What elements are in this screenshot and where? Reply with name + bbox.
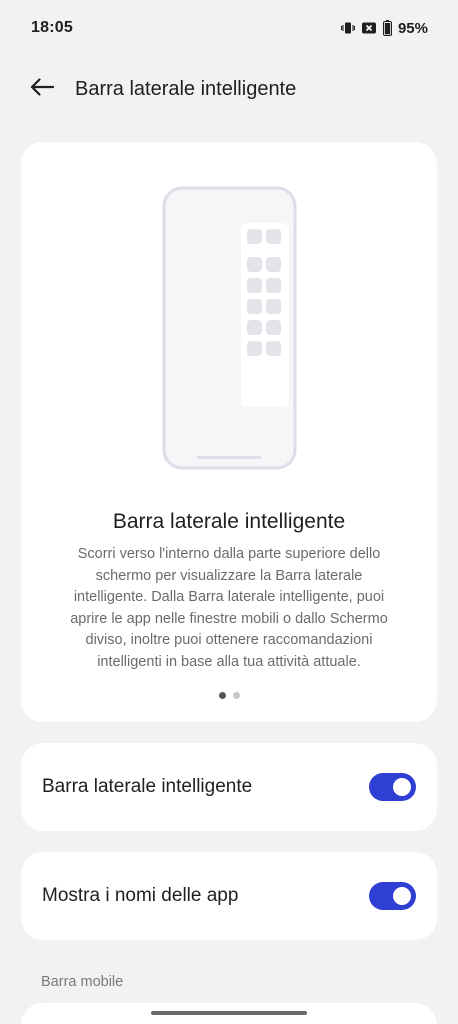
page-title: Barra laterale intelligente bbox=[75, 77, 297, 100]
intro-description: Scorri verso l'interno dalla parte super… bbox=[70, 546, 388, 670]
home-indicator[interactable] bbox=[151, 1011, 307, 1015]
arrow-left-icon bbox=[30, 77, 55, 101]
setting-row-smart-sidebar[interactable]: Barra laterale intelligente bbox=[21, 743, 437, 831]
status-time: 18:05 bbox=[31, 19, 73, 36]
toggle-knob bbox=[393, 778, 411, 796]
back-button[interactable] bbox=[22, 69, 62, 109]
vibrate-icon bbox=[340, 21, 355, 35]
page-dot bbox=[232, 692, 240, 699]
setting-row-show-app-names[interactable]: Mostra i nomi delle app bbox=[21, 852, 437, 940]
intro-title: Barra laterale intelligente bbox=[112, 510, 346, 533]
show-app-names-toggle[interactable] bbox=[369, 882, 416, 910]
status-bar: 18:05 95% bbox=[0, 0, 458, 56]
smart-sidebar-toggle[interactable] bbox=[369, 773, 416, 801]
status-icons: 95% bbox=[340, 19, 428, 37]
page-indicator[interactable] bbox=[21, 692, 437, 699]
section-header: Barra mobile bbox=[41, 974, 124, 990]
no-sim-icon bbox=[361, 21, 377, 35]
setting-label: Barra laterale intelligente bbox=[42, 776, 253, 797]
toggle-knob bbox=[393, 887, 411, 905]
setting-label: Mostra i nomi delle app bbox=[42, 885, 239, 906]
page-dot-active bbox=[218, 692, 226, 699]
battery-icon bbox=[382, 20, 392, 36]
intro-card: Barra laterale intelligente Scorri verso… bbox=[21, 142, 437, 722]
app-bar: Barra laterale intelligente bbox=[0, 60, 458, 118]
battery-percent: 95% bbox=[397, 19, 428, 37]
phone-illustration bbox=[162, 186, 298, 477]
